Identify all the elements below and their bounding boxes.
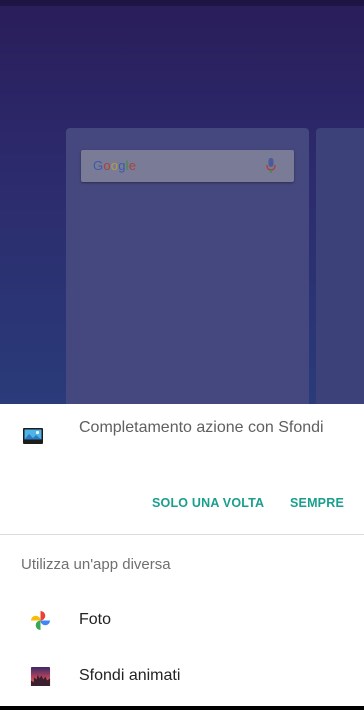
app-option-sfondi-animati[interactable]: Sfondi animati bbox=[0, 654, 364, 698]
google-search-bar: Google bbox=[81, 150, 294, 182]
screen: Google Completamento azione con Sfondi S… bbox=[0, 0, 364, 710]
use-different-app-label: Utilizza un'app diversa bbox=[21, 556, 171, 573]
just-once-button[interactable]: SOLO UNA VOLTA bbox=[152, 491, 264, 515]
home-screen-page-preview-next bbox=[316, 128, 364, 404]
wallpaper-app-icon bbox=[23, 428, 43, 444]
chooser-title: Completamento azione con Sfondi bbox=[79, 419, 324, 436]
app-option-label: Sfondi animati bbox=[79, 667, 181, 684]
google-logo: Google bbox=[93, 158, 137, 173]
app-option-label: Foto bbox=[79, 611, 112, 628]
always-button[interactable]: SEMPRE bbox=[290, 491, 344, 515]
live-wallpapers-icon bbox=[30, 666, 51, 687]
divider bbox=[0, 534, 364, 535]
google-photos-icon bbox=[30, 610, 51, 631]
status-bar bbox=[0, 0, 364, 6]
app-option-foto[interactable]: Foto bbox=[0, 598, 364, 642]
chooser-actions: SOLO UNA VOLTA SEMPRE bbox=[0, 491, 364, 515]
mic-icon bbox=[266, 158, 276, 173]
navigation-bar bbox=[0, 706, 364, 710]
